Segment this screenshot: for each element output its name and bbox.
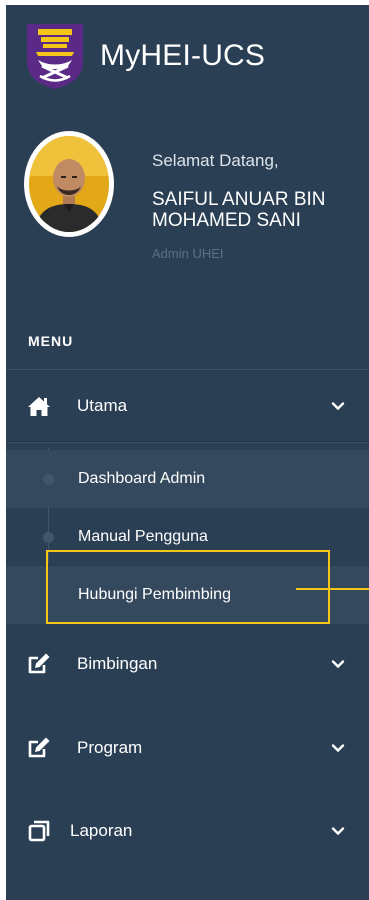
chevron-down-icon bbox=[331, 827, 345, 836]
menu-item-utama[interactable]: Utama bbox=[6, 369, 369, 443]
highlight-box bbox=[46, 550, 330, 624]
menu-item-bimbingan[interactable]: Bimbingan bbox=[6, 628, 369, 700]
submenu-item-dashboard-admin[interactable]: Dashboard Admin bbox=[6, 450, 369, 508]
app-title: MyHEI-UCS bbox=[100, 39, 266, 72]
home-icon bbox=[26, 393, 52, 419]
menu-item-label: Utama bbox=[77, 396, 128, 415]
menu-item-label: Bimbingan bbox=[77, 654, 158, 673]
chevron-down-icon bbox=[331, 744, 345, 753]
callout-line bbox=[296, 588, 369, 590]
user-role: Admin UHEI bbox=[152, 246, 224, 261]
menu-item-label: Laporan bbox=[70, 821, 133, 840]
menu-item-label: Program bbox=[77, 738, 143, 757]
brand[interactable]: MyHEI-UCS bbox=[24, 21, 265, 91]
edit-icon bbox=[26, 735, 52, 761]
menu-item-laporan[interactable]: Laporan bbox=[6, 795, 369, 867]
menu-item-program[interactable]: Program bbox=[6, 712, 369, 784]
sidebar: MyHEI-UCS Selamat Datang, SAIFUL ANUAR B… bbox=[6, 5, 369, 900]
bullet-dot-icon bbox=[43, 531, 54, 543]
welcome-greeting: Selamat Datang, bbox=[152, 151, 279, 170]
user-avatar-photo bbox=[29, 136, 109, 232]
avatar[interactable] bbox=[24, 131, 114, 237]
bullet-dot-icon bbox=[43, 473, 54, 485]
submenu-item-label: Manual Pengguna bbox=[78, 528, 208, 545]
chevron-down-icon bbox=[331, 660, 345, 669]
chevron-down-icon bbox=[331, 402, 345, 411]
submenu-item-label: Dashboard Admin bbox=[78, 470, 206, 487]
edit-icon bbox=[26, 651, 52, 677]
user-name: SAIFUL ANUAR BIN MOHAMED SANI bbox=[152, 189, 326, 231]
copy-icon bbox=[26, 818, 52, 844]
university-crest-logo bbox=[27, 24, 83, 89]
menu-heading: MENU bbox=[28, 333, 74, 349]
